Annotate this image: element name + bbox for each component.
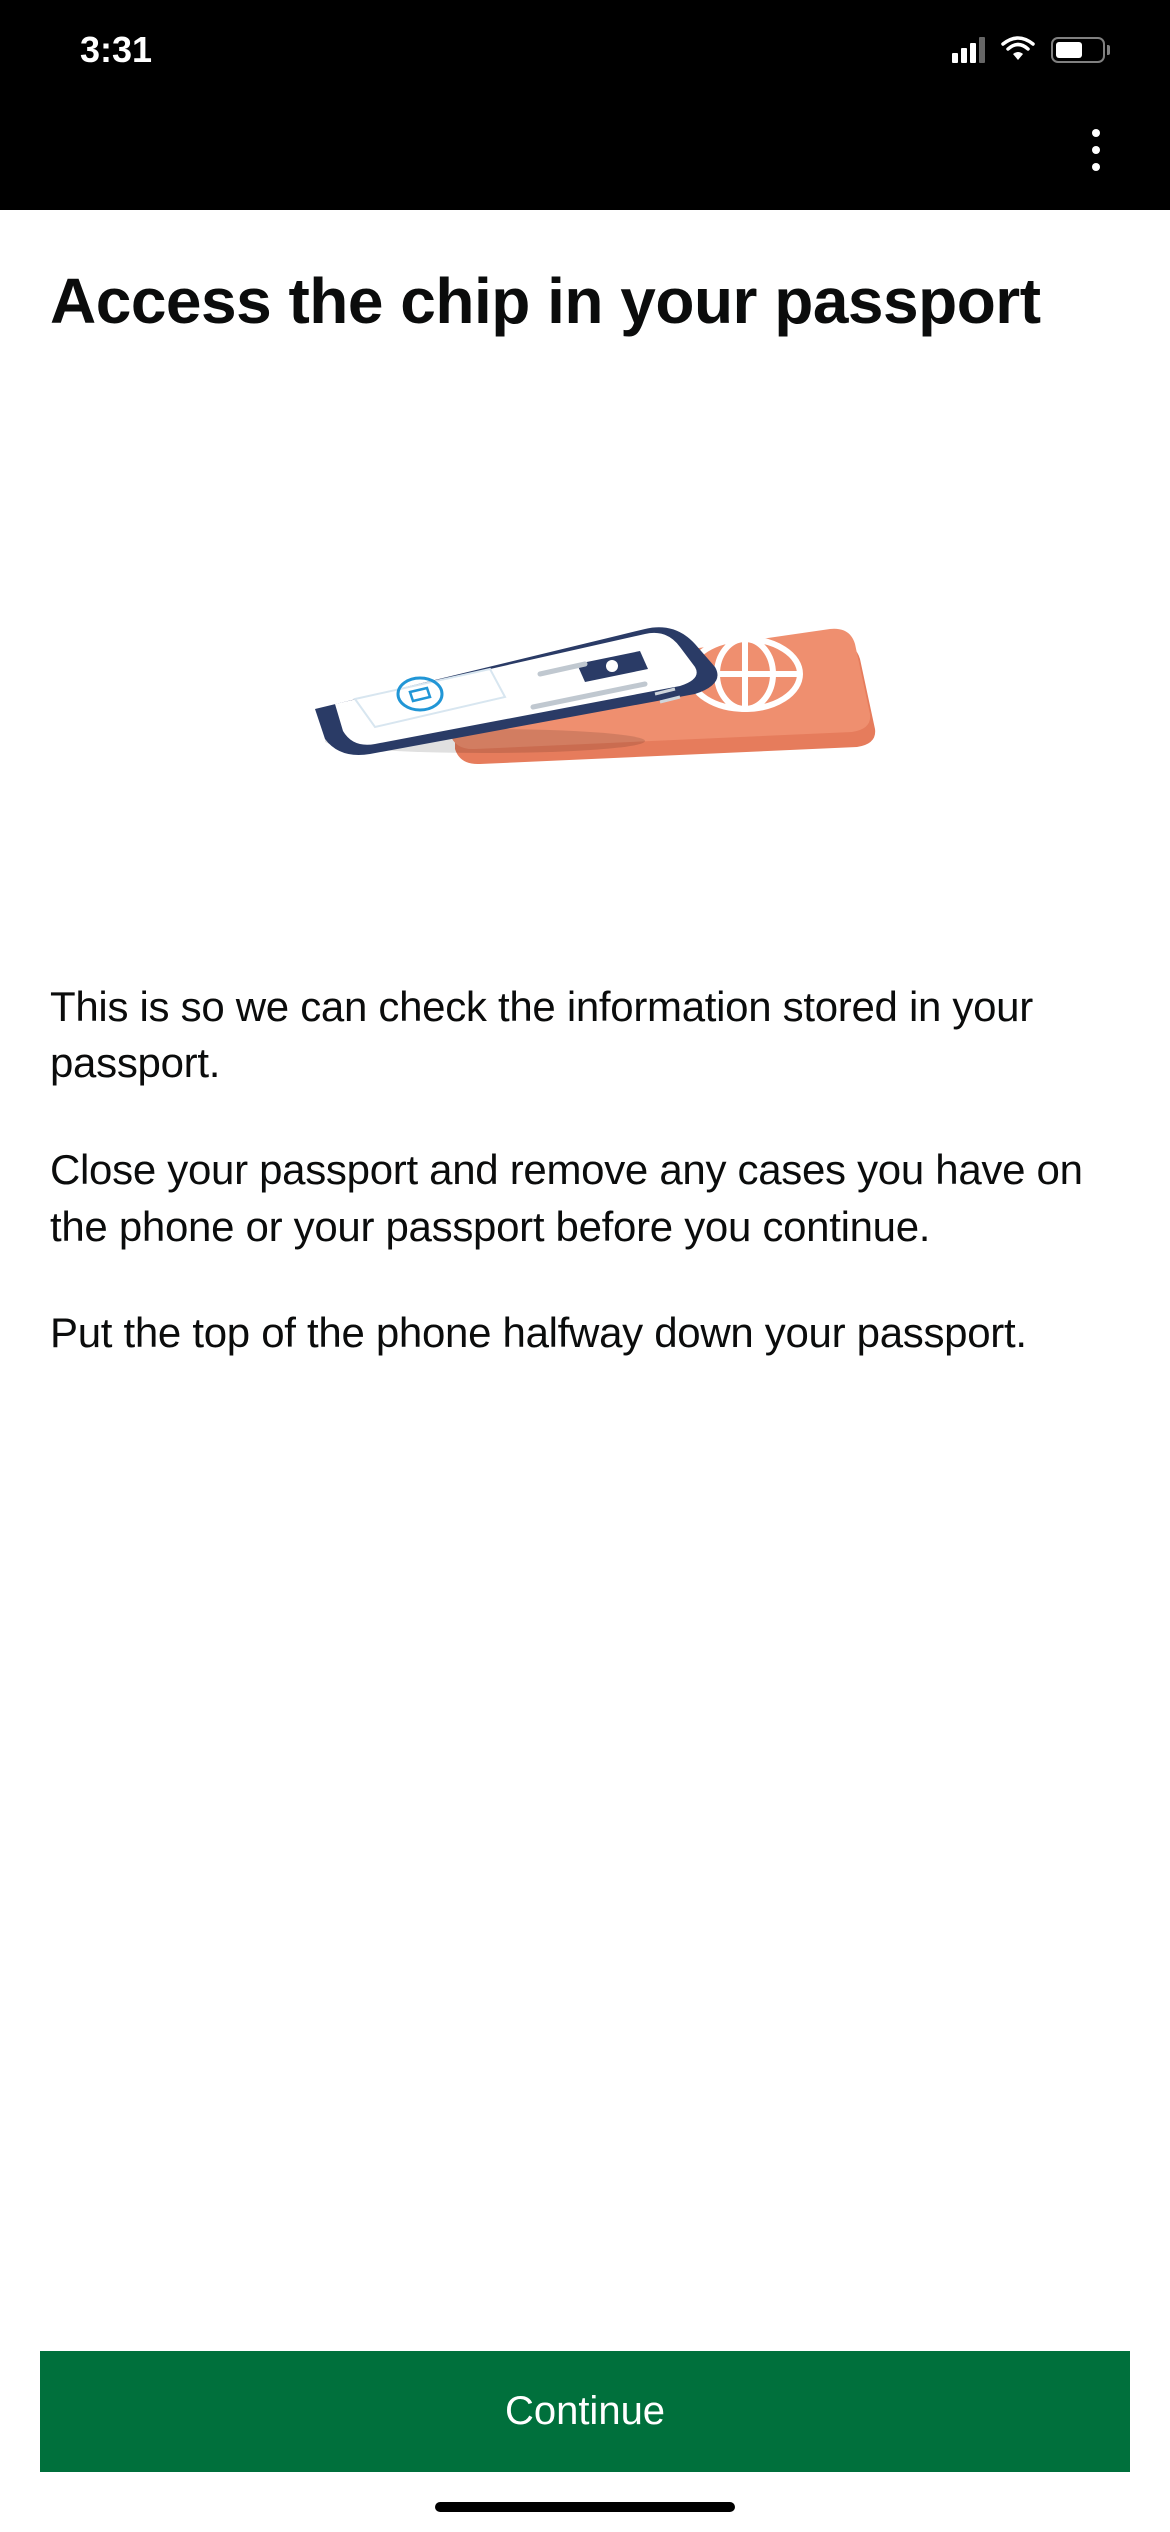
- page-title: Access the chip in your passport: [50, 265, 1120, 339]
- battery-icon: [1051, 37, 1110, 63]
- wifi-icon: [999, 36, 1037, 64]
- status-bar: 3:31: [0, 0, 1170, 100]
- continue-button[interactable]: Continue: [40, 2351, 1130, 2472]
- app-bar: [0, 100, 1170, 210]
- illustration-container: [50, 379, 1120, 979]
- home-indicator[interactable]: [435, 2502, 735, 2512]
- status-time: 3:31: [80, 29, 152, 71]
- passport-phone-illustration: [275, 569, 895, 789]
- main-content: Access the chip in your passport: [0, 210, 1170, 2351]
- status-icons: [952, 36, 1110, 64]
- body-paragraph-1: This is so we can check the information …: [50, 979, 1120, 1092]
- body-paragraph-2: Close your passport and remove any cases…: [50, 1142, 1120, 1255]
- body-paragraph-3: Put the top of the phone halfway down yo…: [50, 1305, 1120, 1362]
- more-options-icon[interactable]: [1072, 109, 1120, 191]
- cellular-signal-icon: [952, 37, 985, 63]
